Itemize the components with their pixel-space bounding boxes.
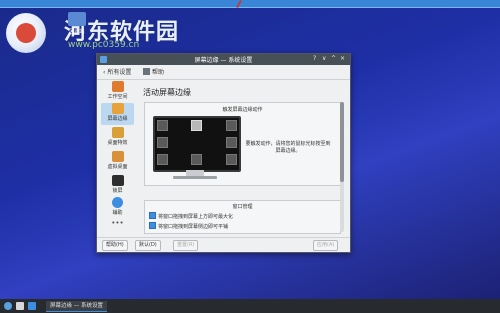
edge-bottom-right[interactable] bbox=[226, 154, 237, 165]
top-panel bbox=[0, 0, 500, 8]
taskbar: 屏幕边缘 — 系统设置 bbox=[0, 299, 500, 313]
apply-button[interactable]: 应用(A) bbox=[313, 240, 339, 251]
taskbar-item[interactable]: 屏幕边缘 — 系统设置 bbox=[46, 301, 107, 312]
screen-edge-panel: 触发屏幕边缘动作 要触发动作，请将您的鼠标光标按至到屏幕边缘。 bbox=[144, 102, 341, 186]
panel-caption: 窗口管理 bbox=[232, 204, 253, 210]
accessibility-icon bbox=[112, 197, 123, 208]
edge-top[interactable] bbox=[191, 120, 202, 131]
panel-description: 要触发动作，请将您的鼠标光标按至到屏幕边缘。 bbox=[245, 141, 331, 154]
maximize-button[interactable]: ^ bbox=[331, 55, 336, 62]
sidebar-more[interactable]: ••• bbox=[101, 219, 134, 227]
screen-edges-icon bbox=[111, 103, 124, 114]
desktop-trash-icon[interactable]: 回收站 bbox=[64, 10, 90, 36]
desktop-icon-label: 回收站 bbox=[69, 29, 85, 35]
monitor-base bbox=[173, 176, 217, 179]
window-titlebar[interactable]: 屏幕边缘 — 系统设置 ? ∨ ^ × bbox=[97, 54, 350, 65]
option-label: 将窗口拖拽到屏幕上方即可最大化 bbox=[158, 214, 234, 220]
help-label: 帮助 bbox=[152, 69, 165, 76]
sidebar-item-label: 工作空间 bbox=[107, 94, 128, 100]
tile-option[interactable]: 将窗口拖拽到屏幕侧边即可平铺 bbox=[149, 222, 228, 230]
sidebar-item-lock-screen[interactable]: 锁屏 bbox=[101, 175, 134, 194]
help-context-button[interactable]: ? bbox=[313, 55, 316, 62]
workspace-icon bbox=[111, 81, 124, 92]
panel-caption: 触发屏幕边缘动作 bbox=[222, 107, 263, 113]
desktop-effects-icon bbox=[111, 127, 124, 138]
back-label: 所有设置 bbox=[107, 69, 132, 76]
sidebar: 工作空间 屏幕边缘 桌面特效 虚拟桌面 锁屏 辅助 ••• bbox=[101, 81, 134, 227]
watermark-logo bbox=[6, 13, 46, 53]
virtual-desktops-icon bbox=[111, 151, 124, 162]
watermark-url: www.pc0359.cn bbox=[68, 40, 140, 50]
page-title: 活动屏幕边缘 bbox=[143, 88, 191, 97]
back-button[interactable]: ‹ 所有设置 bbox=[103, 67, 131, 76]
scrollbar[interactable] bbox=[340, 102, 344, 232]
option-label: 将窗口拖拽到屏幕侧边即可平铺 bbox=[158, 224, 229, 230]
lock-screen-icon bbox=[111, 175, 124, 186]
browser-icon[interactable] bbox=[28, 302, 36, 310]
help-icon bbox=[143, 68, 150, 75]
footer: 帮助(H) 默认(D) 重置(R) 应用(A) bbox=[97, 237, 350, 252]
sidebar-item-label: 桌面特效 bbox=[107, 140, 128, 146]
edge-bottom[interactable] bbox=[191, 154, 202, 165]
start-menu-icon[interactable] bbox=[4, 302, 12, 310]
sidebar-item-label: 屏幕边缘 bbox=[107, 116, 128, 122]
help-footer-button[interactable]: 帮助(H) bbox=[102, 240, 128, 251]
reset-button[interactable]: 重置(R) bbox=[173, 240, 199, 251]
sidebar-item-label: 辅助 bbox=[112, 210, 123, 216]
edge-left[interactable] bbox=[157, 137, 168, 148]
scrollbar-thumb[interactable] bbox=[340, 102, 344, 182]
close-button[interactable]: × bbox=[340, 55, 345, 62]
sidebar-item-screen-edges[interactable]: 屏幕边缘 bbox=[101, 103, 134, 125]
folder-icon bbox=[68, 12, 86, 26]
edge-right[interactable] bbox=[226, 137, 237, 148]
help-button[interactable]: 帮助 bbox=[143, 67, 164, 76]
checkbox-icon[interactable] bbox=[149, 222, 156, 229]
sidebar-item-workspace[interactable]: 工作空间 bbox=[101, 81, 134, 100]
checkbox-icon[interactable] bbox=[149, 212, 156, 219]
sidebar-item-label: 虚拟桌面 bbox=[107, 164, 128, 170]
defaults-button[interactable]: 默认(D) bbox=[135, 240, 161, 251]
edge-top-right[interactable] bbox=[226, 120, 237, 131]
sidebar-item-virtual-desktops[interactable]: 虚拟桌面 bbox=[101, 151, 134, 170]
edge-bottom-left[interactable] bbox=[157, 154, 168, 165]
minimize-button[interactable]: ∨ bbox=[322, 55, 326, 62]
sidebar-item-accessibility[interactable]: 辅助 bbox=[101, 197, 134, 216]
sidebar-item-desktop-effects[interactable]: 桌面特效 bbox=[101, 127, 134, 146]
maximize-option[interactable]: 将窗口拖拽到屏幕上方即可最大化 bbox=[149, 212, 233, 220]
sidebar-item-label: 锁屏 bbox=[112, 188, 123, 194]
monitor-preview bbox=[153, 116, 241, 172]
edge-top-left[interactable] bbox=[157, 120, 168, 131]
settings-window: 屏幕边缘 — 系统设置 ? ∨ ^ × ‹ 所有设置 帮助 工作空间 屏幕边缘 … bbox=[96, 53, 351, 253]
files-icon[interactable] bbox=[16, 302, 24, 310]
toolbar: ‹ 所有设置 帮助 bbox=[97, 65, 350, 80]
window-management-panel: 窗口管理 将窗口拖拽到屏幕上方即可最大化 将窗口拖拽到屏幕侧边即可平铺 bbox=[144, 200, 341, 234]
cursor-line bbox=[236, 0, 242, 8]
